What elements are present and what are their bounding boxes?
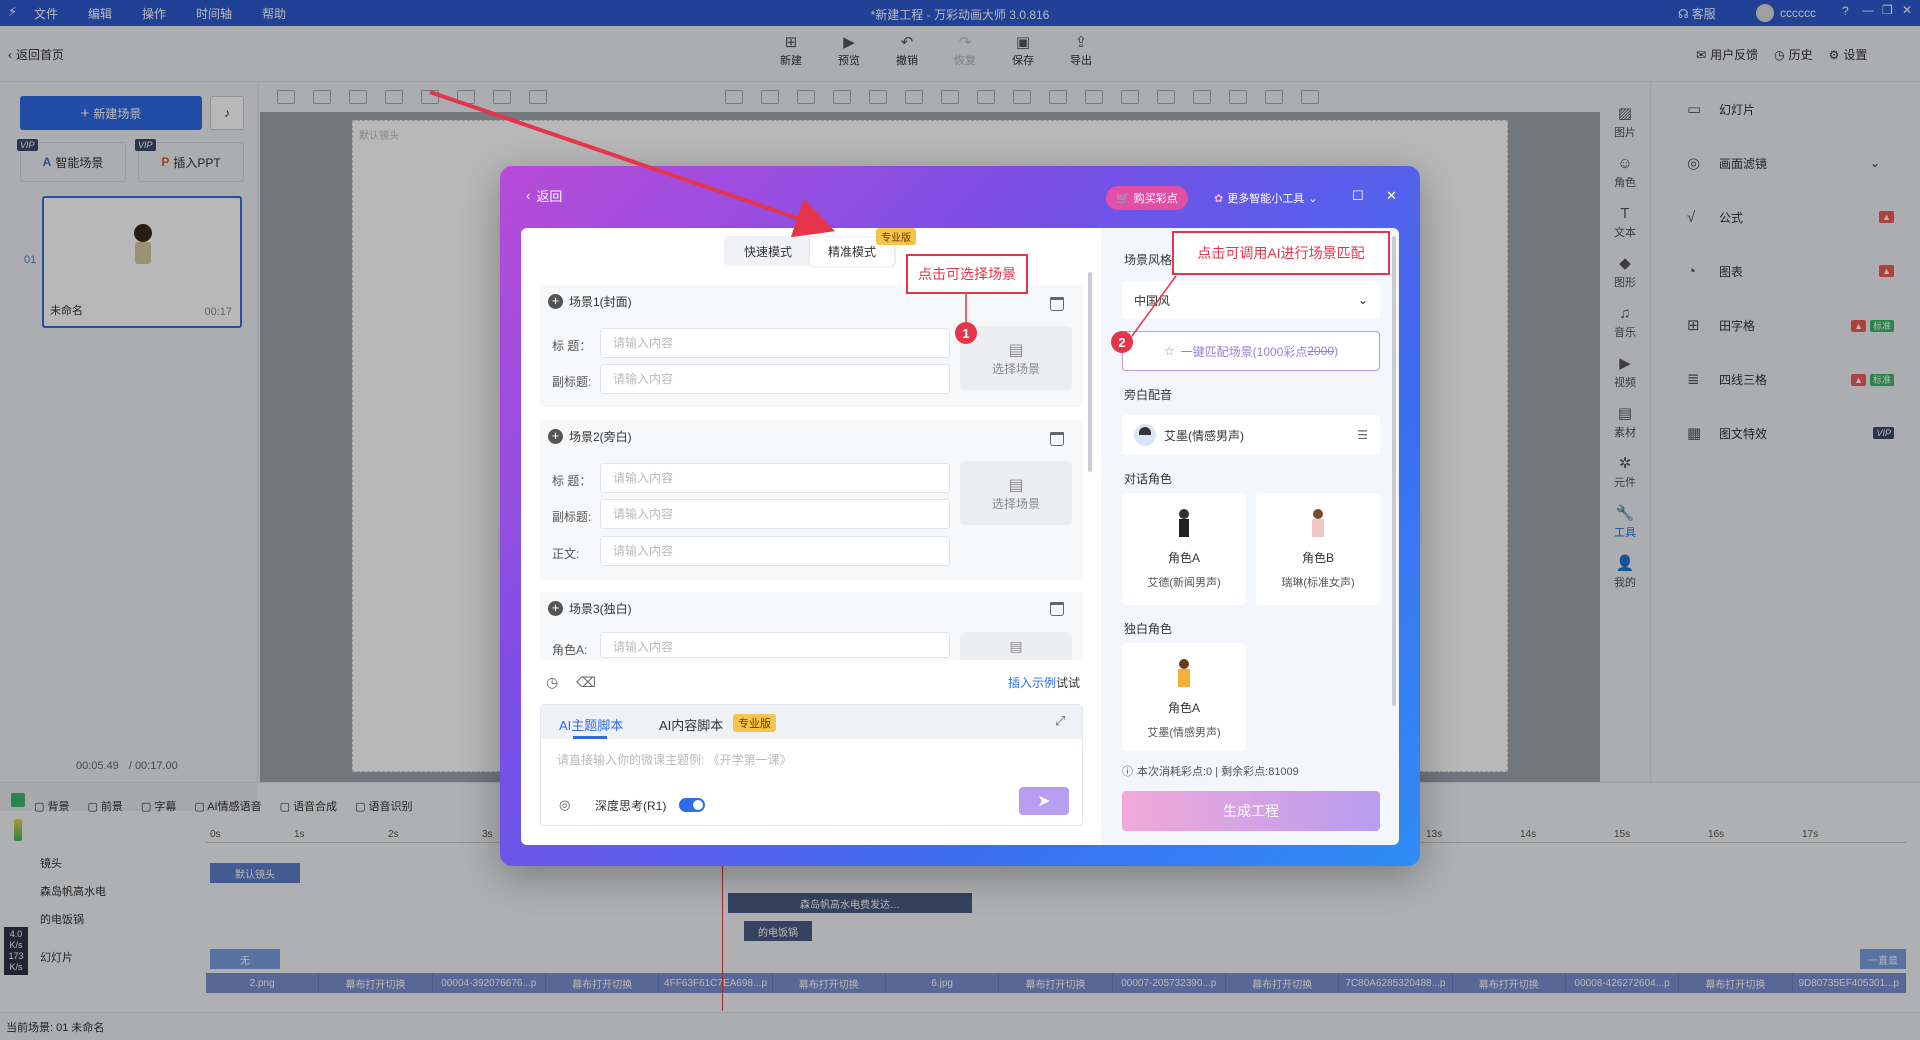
callout-select-scene: 点击可选择场景 <box>906 254 1028 294</box>
callout-number-2: 2 <box>1111 331 1133 353</box>
arrow <box>429 90 836 238</box>
callout-ai-match: 点击可调用AI进行场景匹配 <box>1172 231 1390 275</box>
annotation-layer <box>429 90 1177 337</box>
callout-number-1: 1 <box>955 322 977 344</box>
leader-line <box>1131 275 1177 337</box>
